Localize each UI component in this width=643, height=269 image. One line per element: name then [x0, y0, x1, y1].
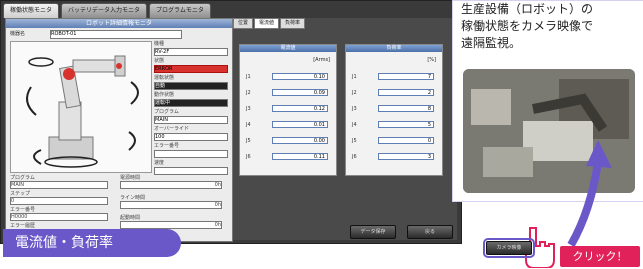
axis-label: J2: [352, 90, 357, 96]
axis-label: J4: [246, 122, 251, 128]
program-label: プログラム: [154, 109, 179, 115]
info-start-time: 起動時間 0h: [120, 214, 224, 229]
info-line-time: ライン時間 0h: [120, 194, 224, 209]
tab-program-monitor[interactable]: プログラムモニタ: [149, 3, 211, 18]
operation-value: 運転中: [154, 99, 228, 107]
operation-label: 動作状態: [154, 92, 175, 98]
info-step-value: 0: [10, 197, 108, 205]
current-value: 0.00: [272, 137, 328, 144]
run-mode-value: 自動: [154, 82, 228, 90]
axis-label: J3: [352, 106, 357, 112]
model-label: 機種: [154, 41, 165, 47]
current-row: J5 0.00: [244, 137, 332, 146]
status-value: ERROR: [154, 65, 228, 73]
info-error-value: H0000: [10, 213, 108, 221]
program-value: MAIN: [154, 116, 228, 124]
current-value: 0.10: [272, 73, 328, 80]
load-value: 3: [378, 153, 434, 160]
model-value: RV-2F: [154, 48, 228, 56]
load-panel: 負荷率 [%] J1 7 J2 2 J3 8 J4 5 J5 0 J6 3: [345, 44, 443, 176]
load-value: 0: [378, 137, 434, 144]
info-line-time-value: 0h: [120, 201, 222, 209]
load-panel-title: 負荷率: [346, 45, 442, 52]
back-button[interactable]: 戻る: [407, 225, 453, 239]
current-row: J4 0.01: [244, 121, 332, 130]
axis-label: J6: [352, 154, 357, 160]
axis-label: J3: [246, 106, 251, 112]
load-value: 2: [378, 89, 434, 96]
tab-battery-monitor[interactable]: バッテリデータ入力モニタ: [61, 3, 148, 18]
save-data-button[interactable]: データ保存: [350, 225, 396, 239]
current-row: J1 0.10: [244, 73, 332, 82]
axis-label: J5: [352, 138, 357, 144]
load-value: 5: [378, 121, 434, 128]
tab-current[interactable]: 電流値: [254, 18, 280, 29]
robot-detail-panel: ロボット詳細情報モニタ 機器名 ROBOT-01 機種 RV-2F 状態 ERR…: [5, 18, 233, 242]
current-row: J3 0.12: [244, 105, 332, 114]
click-label: クリック！: [560, 246, 640, 267]
tab-position[interactable]: 位置: [233, 18, 254, 29]
info-program: プログラム MAIN: [10, 174, 110, 189]
current-value: 0.09: [272, 89, 328, 96]
axis-data-tabs: 位置 電流値 負荷率: [233, 18, 306, 29]
current-value: 0.12: [272, 105, 328, 112]
tab-load[interactable]: 負荷率: [280, 18, 306, 29]
current-value: 0.11: [272, 153, 328, 160]
run-mode-label: 運転状態: [154, 75, 175, 81]
load-row: J1 7: [350, 73, 438, 82]
tab-status-monitor[interactable]: 稼働状態モニタ: [3, 3, 60, 18]
current-panel-title: 電流値: [240, 45, 336, 52]
info-start-time-value: 0h: [120, 221, 222, 229]
load-unit: [%]: [427, 57, 436, 63]
robot-diagram: [10, 41, 152, 173]
info-step: ステップ 0: [10, 190, 110, 205]
callout-text: 生産設備（ロボット）の 稼働状態をカメラ映像で 遠隔監視。: [461, 2, 594, 50]
load-row: J2 2: [350, 89, 438, 98]
override-label: オーバーライド: [154, 126, 189, 132]
device-name-row: 機器名 ROBOT-01: [10, 30, 226, 39]
load-row: J3 8: [350, 105, 438, 114]
axis-label: J1: [352, 74, 357, 80]
status-label: 状態: [154, 58, 165, 64]
current-panel: 電流値 [Arms] J1 0.10 J2 0.09 J3 0.12 J4 0.01 J…: [239, 44, 337, 176]
main-tabs: 稼働状態モニタ バッテリデータ入力モニタ プログラムモニタ: [3, 3, 211, 18]
error-no-label: エラー番号: [154, 143, 180, 149]
load-value: 8: [378, 105, 434, 112]
current-load-badge: 電流値・負荷率: [3, 229, 181, 257]
robot-status-column: 機種 RV-2F 状態 ERROR 運転状態 自動 動作状態 運転中 プログラム…: [154, 41, 228, 177]
pointer-arrow-icon: [567, 140, 612, 247]
robot-detail-header: ロボット詳細情報モニタ: [6, 19, 232, 28]
axis-data-area: 位置 電流値 負荷率 電流値 [Arms] J1 0.10 J2 0.09 J3 0.…: [233, 18, 457, 240]
axis-label: J1: [246, 74, 251, 80]
info-power-time-value: 0h: [120, 181, 222, 189]
current-row: J6 0.11: [244, 153, 332, 162]
load-value: 7: [378, 73, 434, 80]
monitor-window: 稼働状態モニタ バッテリデータ入力モニタ プログラムモニタ ロボット詳細情報モニ…: [0, 0, 462, 244]
device-name-field[interactable]: ROBOT-01: [50, 30, 182, 39]
info-program-value: MAIN: [10, 181, 108, 189]
load-row: J5 0: [350, 137, 438, 146]
axis-label: J6: [246, 154, 251, 160]
device-name-label: 機器名: [10, 31, 26, 37]
load-row: J6 3: [350, 153, 438, 162]
current-row: J2 0.09: [244, 89, 332, 98]
robot-arm-icon: [26, 55, 139, 168]
axis-label: J2: [246, 90, 251, 96]
load-row: J4 5: [350, 121, 438, 130]
current-unit: [Arms]: [313, 57, 330, 63]
info-power-time: 電源時間 0h: [120, 174, 224, 189]
error-no-value: [154, 150, 228, 158]
speed-label: 速度: [154, 160, 165, 166]
info-error: エラー番号 H0000: [10, 206, 110, 221]
current-value: 0.01: [272, 121, 328, 128]
axis-label: J4: [352, 122, 357, 128]
override-value: 100: [154, 133, 228, 141]
axis-label: J5: [246, 138, 251, 144]
camera-view-button[interactable]: カメラ映像: [483, 238, 535, 258]
